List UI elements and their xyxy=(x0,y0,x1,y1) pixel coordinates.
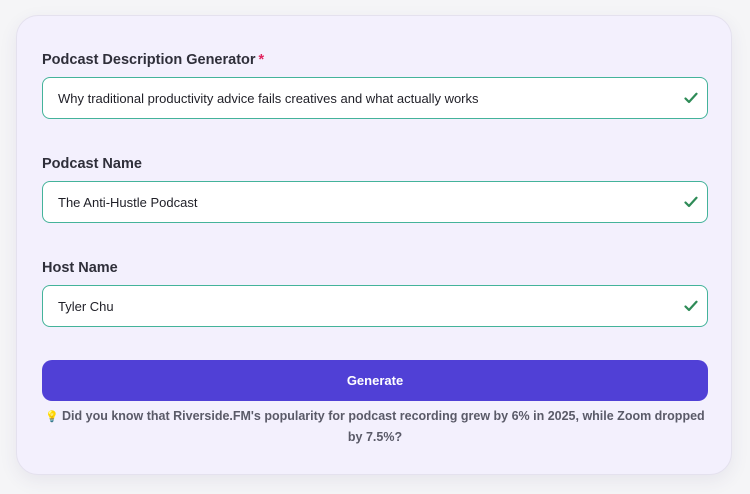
description-label-text: Podcast Description Generator xyxy=(42,52,256,68)
generate-button[interactable]: Generate xyxy=(42,360,708,401)
description-input[interactable] xyxy=(43,78,683,118)
podcast-name-label: Podcast Name xyxy=(42,156,142,172)
generator-card: Podcast Description Generator* Podcast N… xyxy=(16,15,732,475)
lightbulb-icon: 💡 xyxy=(45,411,60,423)
description-field[interactable] xyxy=(42,77,708,119)
check-icon xyxy=(683,298,699,314)
tip-text: Did you know that Riverside.FM's popular… xyxy=(62,409,705,444)
podcast-name-field[interactable] xyxy=(42,181,708,223)
required-asterisk: * xyxy=(258,52,265,68)
description-label: Podcast Description Generator * xyxy=(42,52,264,68)
host-name-label: Host Name xyxy=(42,260,118,276)
check-icon xyxy=(683,90,699,106)
tip-text-block: 💡 Did you know that Riverside.FM's popula… xyxy=(42,406,708,447)
host-name-input[interactable] xyxy=(43,286,683,326)
podcast-name-input[interactable] xyxy=(43,182,683,222)
host-name-field[interactable] xyxy=(42,285,708,327)
check-icon xyxy=(683,194,699,210)
